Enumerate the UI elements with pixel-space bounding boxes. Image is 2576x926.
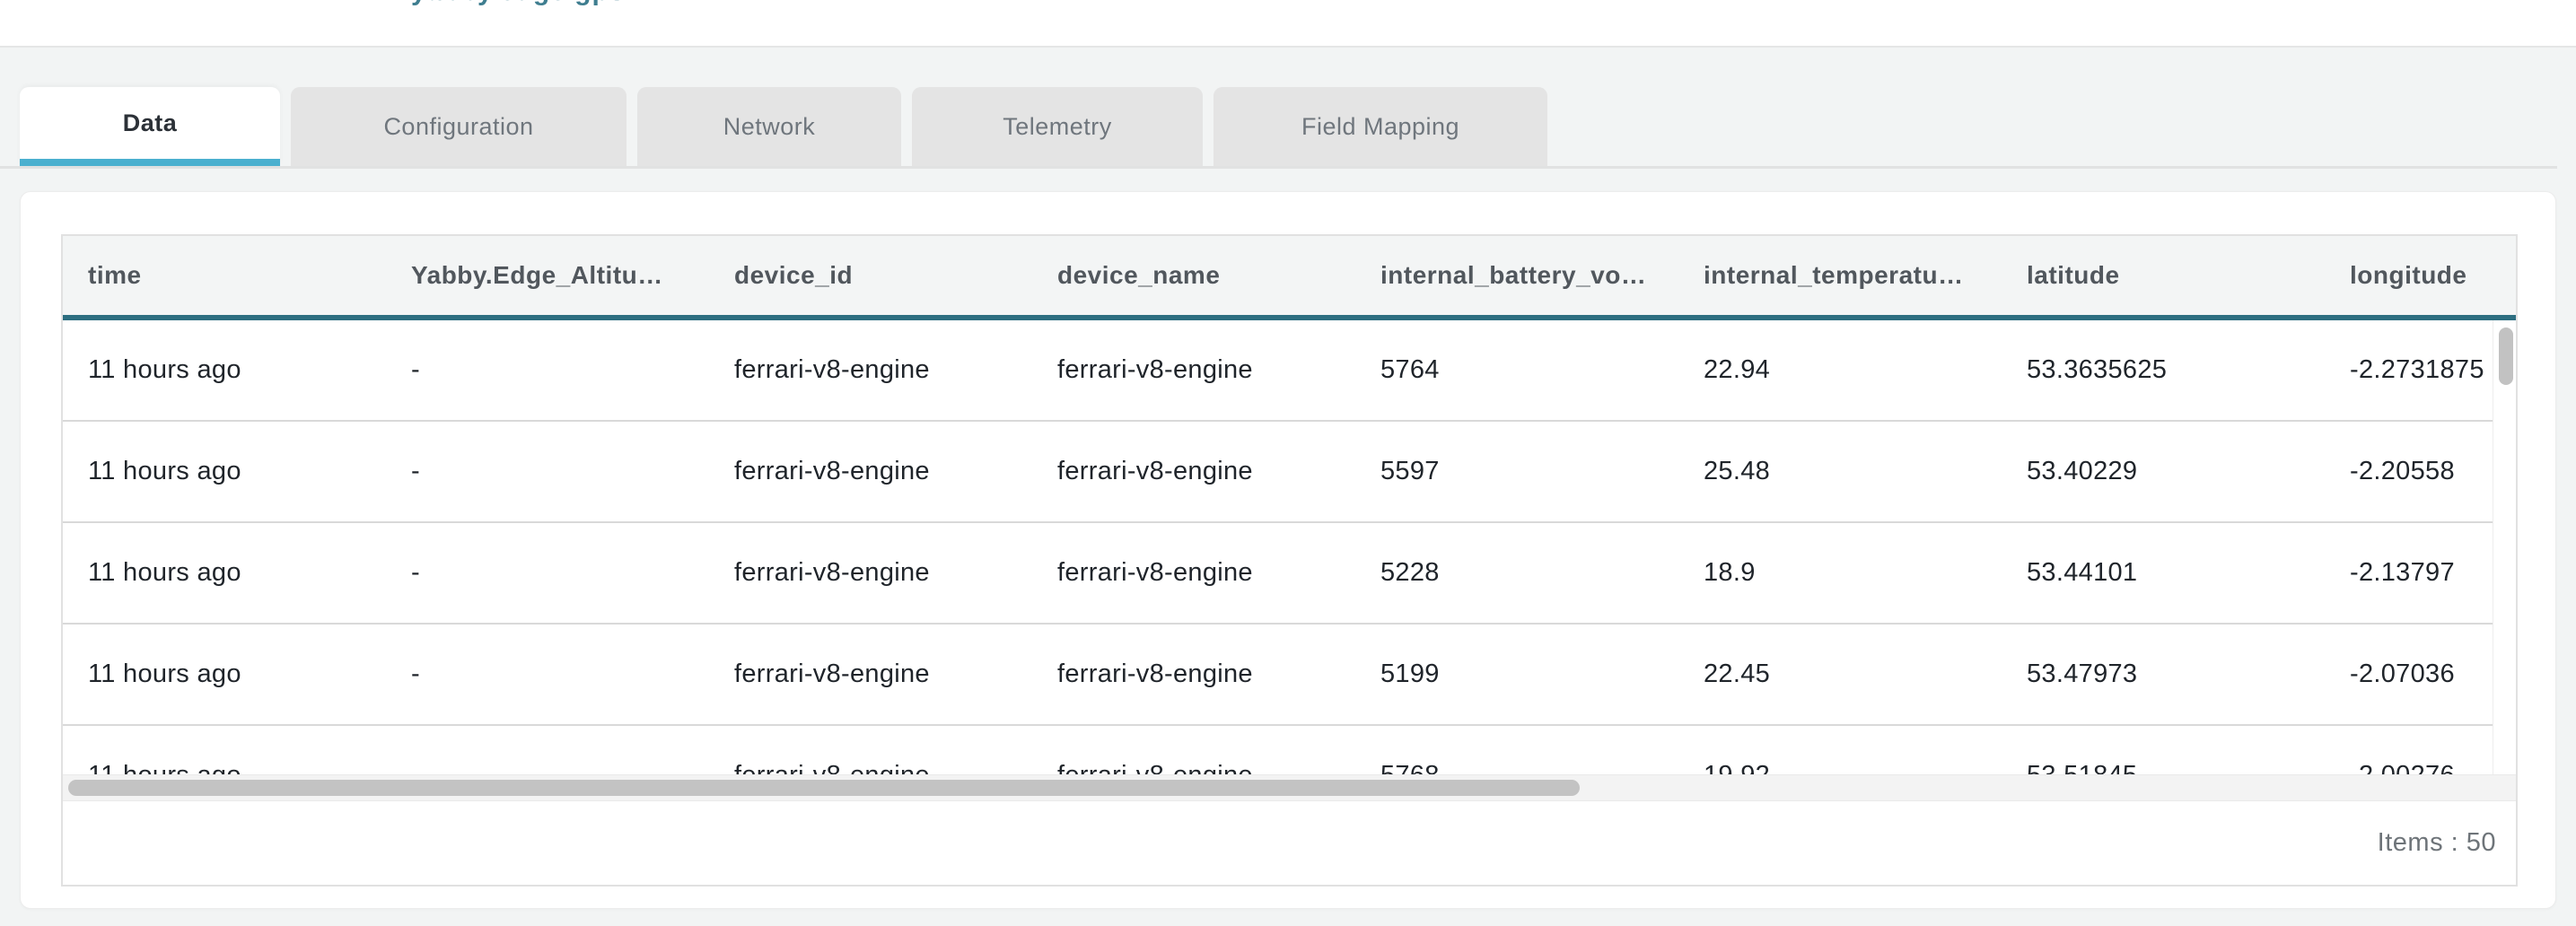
table-cell: 11 hours ago (63, 558, 386, 588)
column-header-device-name[interactable]: device_name (1032, 261, 1355, 290)
table-cell: 5199 (1355, 660, 1678, 689)
table-cell: - (386, 355, 709, 385)
table-cell: 22.94 (1678, 355, 2002, 385)
device-link[interactable]: yabby.edge.gps (411, 0, 626, 7)
table-cell: - (386, 558, 709, 588)
table-cell: ferrari-v8-engine (1032, 761, 1355, 774)
table-cell: ferrari-v8-engine (709, 457, 1032, 486)
table-cell: -2.07036 (2325, 660, 2518, 689)
vertical-scrollbar-thumb[interactable] (2499, 328, 2513, 385)
column-header-latitude[interactable]: latitude (2002, 261, 2325, 290)
data-panel: time Yabby.Edge_Altitu… device_id device… (20, 191, 2556, 909)
table-cell: ferrari-v8-engine (709, 660, 1032, 689)
table-cell: 11 hours ago (63, 660, 386, 689)
table-cell: -2.13797 (2325, 558, 2518, 588)
vertical-scrollbar[interactable] (2493, 320, 2518, 774)
table-header: time Yabby.Edge_Altitu… device_id device… (63, 236, 2518, 320)
table-cell: 53.47973 (2002, 660, 2325, 689)
data-table-container: time Yabby.Edge_Altitu… device_id device… (61, 234, 2518, 887)
page-header-strip: yabby.edge.gps (0, 0, 2576, 48)
column-header-yabby-edge-altitude[interactable]: Yabby.Edge_Altitu… (386, 261, 709, 290)
table-cell: ferrari-v8-engine (709, 761, 1032, 774)
horizontal-scrollbar[interactable] (63, 774, 2516, 801)
table-footer: Items : 50 (63, 801, 2516, 885)
table-cell: 5768 (1355, 761, 1678, 774)
table-cell: ferrari-v8-engine (1032, 355, 1355, 385)
column-header-device-id[interactable]: device_id (709, 261, 1032, 290)
tab-field-mapping[interactable]: Field Mapping (1214, 87, 1547, 166)
table-cell: 25.48 (1678, 457, 2002, 486)
table-cell: 11 hours ago (63, 457, 386, 486)
table-cell: 5228 (1355, 558, 1678, 588)
tab-field-mapping-label: Field Mapping (1301, 113, 1459, 141)
table-cell: ferrari-v8-engine (709, 558, 1032, 588)
table-cell: ferrari-v8-engine (1032, 558, 1355, 588)
table-cell: 5597 (1355, 457, 1678, 486)
table-cell: -2.00276 (2325, 761, 2518, 774)
column-header-longitude[interactable]: longitude (2325, 261, 2518, 290)
tab-data[interactable]: Data (20, 87, 280, 166)
table-cell: 53.3635625 (2002, 355, 2325, 385)
table-cell: ferrari-v8-engine (709, 355, 1032, 385)
horizontal-scrollbar-thumb[interactable] (68, 780, 1580, 796)
tab-configuration[interactable]: Configuration (291, 87, 626, 166)
tab-telemetry[interactable]: Telemetry (912, 87, 1203, 166)
table-cell: 11 hours ago (63, 355, 386, 385)
table-cell: 5764 (1355, 355, 1678, 385)
table-cell: 53.44101 (2002, 558, 2325, 588)
table-cell: 53.40229 (2002, 457, 2325, 486)
table-cell: - (386, 660, 709, 689)
table-row: 11 hours ago - ferrari-v8-engine ferrari… (63, 320, 2518, 422)
table-row: 11 hours ago - ferrari-v8-engine ferrari… (63, 523, 2518, 625)
column-header-internal-temperature[interactable]: internal_temperatu… (1678, 261, 2002, 290)
items-count: Items : 50 (2378, 828, 2496, 858)
column-header-internal-battery-voltage[interactable]: internal_battery_vo… (1355, 261, 1678, 290)
table-cell: ferrari-v8-engine (1032, 457, 1355, 486)
table-row: 11 hours ago - ferrari-v8-engine ferrari… (63, 422, 2518, 523)
tab-network-label: Network (723, 113, 816, 141)
tab-bar-divider (0, 166, 2557, 169)
table-cell: -2.20558 (2325, 457, 2518, 486)
table-cell: - (386, 457, 709, 486)
table-cell: 53.51845 (2002, 761, 2325, 774)
table-cell: ferrari-v8-engine (1032, 660, 1355, 689)
tab-configuration-label: Configuration (383, 113, 533, 141)
table-row: 11 hours ago - ferrari-v8-engine ferrari… (63, 726, 2518, 774)
tab-bar: Data Configuration Network Telemetry Fie… (20, 87, 1547, 166)
column-header-time[interactable]: time (63, 261, 386, 290)
table-cell: 22.45 (1678, 660, 2002, 689)
table-cell: - (386, 761, 709, 774)
table-cell: 11 hours ago (63, 761, 386, 774)
table-body: 11 hours ago - ferrari-v8-engine ferrari… (63, 320, 2518, 774)
table-cell: 18.9 (1678, 558, 2002, 588)
tab-telemetry-label: Telemetry (1003, 113, 1112, 141)
table-cell: 19.92 (1678, 761, 2002, 774)
table-cell: -2.2731875 (2325, 355, 2518, 385)
table-row: 11 hours ago - ferrari-v8-engine ferrari… (63, 625, 2518, 726)
tab-network[interactable]: Network (637, 87, 901, 166)
tab-data-label: Data (123, 109, 178, 137)
